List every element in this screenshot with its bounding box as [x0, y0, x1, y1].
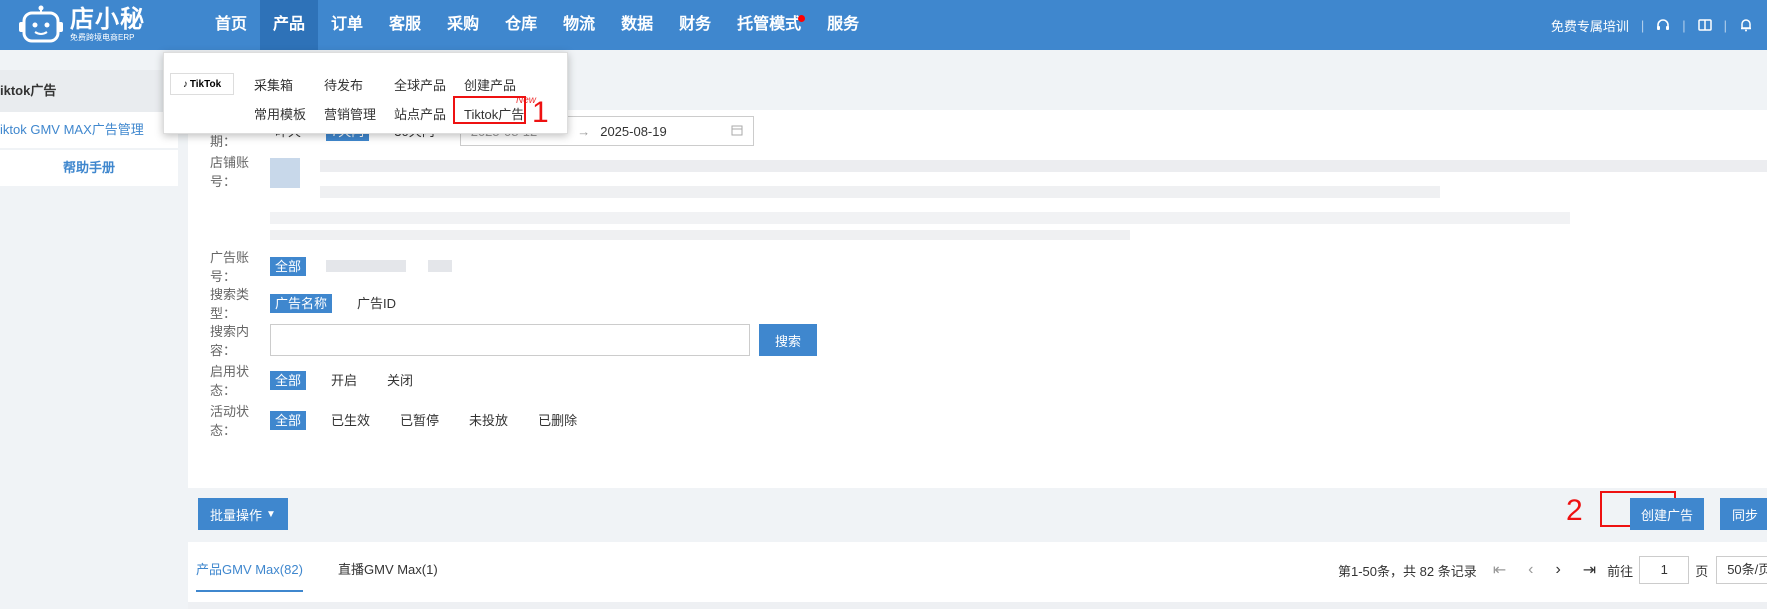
nav-data[interactable]: 数据 — [608, 0, 666, 50]
enable-all[interactable]: 全部 — [270, 370, 307, 390]
menu-global-products[interactable]: 全球产品 — [394, 75, 446, 94]
search-type-label: 搜索类型： — [210, 287, 250, 321]
logo[interactable]: 店小秘 免费跨境电商ERP — [18, 2, 145, 48]
ad-account-label: 广告账号： — [210, 250, 250, 284]
menu-common-templates[interactable]: 常用模板 — [254, 104, 306, 123]
tab-product-gmv-max[interactable]: 产品GMV Max(82) — [196, 560, 303, 592]
activity-paused[interactable]: 已暂停 — [395, 411, 444, 430]
ad-account-redacted — [326, 260, 407, 272]
page-size-select[interactable]: 50条/页 — [1716, 556, 1767, 584]
nav-orders[interactable]: 订单 — [318, 0, 376, 50]
top-navbar: 店小秘 免费跨境电商ERP 首页 产品 订单 客服 采购 仓库 物流 数据 财务… — [0, 0, 1767, 50]
nav-hosting-label: 托管模式 — [737, 16, 802, 33]
activity-status-row: 活动状态： 全部 已生效 已暂停 未投放 已删除 — [188, 404, 602, 438]
nav-customer-service[interactable]: 客服 — [376, 0, 434, 50]
ad-account-redacted — [428, 260, 453, 272]
menu-pending-publish[interactable]: 待发布 — [324, 75, 363, 94]
nav-home[interactable]: 首页 — [202, 0, 260, 50]
sidebar-heading: iktok广告 — [0, 70, 178, 112]
nav-logistics[interactable]: 物流 — [550, 0, 608, 50]
menu-create-product[interactable]: 创建产品 — [464, 75, 516, 94]
enable-on[interactable]: 开启 — [326, 371, 362, 390]
tiktok-note-icon: ♪ — [182, 78, 188, 90]
headset-icon[interactable] — [1656, 18, 1670, 32]
tiktok-logo: ♪ TikTok — [170, 73, 234, 95]
nav-warehouse[interactable]: 仓库 — [492, 0, 550, 50]
results-header: 产品GMV Max(82) 直播GMV Max(1) 第1-50条，共 82 条… — [188, 542, 1767, 609]
activity-status-label: 活动状态： — [210, 404, 250, 438]
robot-logo-icon — [18, 5, 64, 45]
enable-status-label: 启用状态： — [210, 364, 250, 398]
store-list-redacted — [270, 146, 1767, 242]
divider: | — [1640, 17, 1645, 33]
ad-account-all[interactable]: 全部 — [270, 256, 307, 276]
first-page-icon[interactable]: ⇤ — [1493, 560, 1506, 580]
search-type-ad-name[interactable]: 广告名称 — [270, 293, 333, 313]
next-page-icon[interactable]: › — [1555, 561, 1560, 579]
menu-site-products[interactable]: 站点产品 — [394, 104, 446, 123]
goto-label: 前往 — [1607, 563, 1634, 579]
search-content-row: 搜索内容： 搜索 — [188, 322, 817, 358]
activity-deleted[interactable]: 已删除 — [533, 411, 582, 430]
enable-status-row: 启用状态： 全部 开启 关闭 — [188, 364, 438, 398]
date-arrow: → — [577, 123, 591, 139]
nav-finance[interactable]: 财务 — [666, 0, 724, 50]
activity-not-delivered[interactable]: 未投放 — [464, 411, 513, 430]
action-toolbar: 批量操作 ▼ 创建广告 同步 — [188, 498, 1767, 536]
platform-logo-text: TikTok — [189, 78, 222, 90]
menu-collect-box[interactable]: 采集箱 — [254, 75, 293, 94]
tab-live-gmv-max[interactable]: 直播GMV Max(1) — [338, 560, 438, 592]
divider: | — [1682, 17, 1686, 33]
sidebar-item-gmv-max[interactable]: iktok GMV MAX广告管理 — [0, 112, 178, 148]
search-type-row: 搜索类型： 广告名称 广告ID — [188, 287, 421, 321]
create-ad-button[interactable]: 创建广告 — [1630, 498, 1704, 530]
bell-icon[interactable] — [1739, 18, 1753, 32]
menu-marketing[interactable]: 营销管理 — [324, 104, 376, 123]
search-input[interactable] — [270, 324, 750, 356]
main-nav: 首页 产品 订单 客服 采购 仓库 物流 数据 财务 托管模式 服务 — [202, 0, 872, 50]
divider: | — [1723, 17, 1727, 33]
activity-active[interactable]: 已生效 — [326, 411, 375, 430]
calendar-icon — [731, 124, 743, 139]
store-label: 店铺账号： — [210, 155, 250, 189]
highlight-tiktok-ads — [453, 96, 526, 124]
nav-products[interactable]: 产品 — [260, 0, 319, 50]
last-page-icon[interactable]: ⇥ — [1583, 560, 1596, 580]
pagination: 第1-50条，共 82 条记录 ⇤ ‹ › ⇥ 前往 1 页 50条/页 — [1338, 556, 1767, 584]
page-unit-label: 页 — [1695, 563, 1709, 579]
sidebar: iktok广告 iktok GMV MAX广告管理 帮助手册 — [0, 70, 178, 186]
enable-off[interactable]: 关闭 — [382, 371, 418, 390]
date-end: 2025-08-19 — [600, 123, 667, 139]
nav-services[interactable]: 服务 — [814, 0, 872, 50]
step-1-label: 1 — [532, 96, 549, 129]
search-content-label: 搜索内容： — [210, 324, 250, 358]
brand-subtitle: 免费跨境电商ERP — [70, 33, 135, 42]
page-number-input[interactable]: 1 — [1639, 556, 1690, 584]
record-summary: 第1-50条，共 82 条记录 — [1338, 563, 1477, 579]
chevron-down-icon: ▼ — [266, 508, 276, 520]
nav-purchasing[interactable]: 采购 — [434, 0, 492, 50]
activity-all[interactable]: 全部 — [270, 410, 307, 430]
book-icon[interactable] — [1697, 18, 1712, 32]
free-training-link[interactable]: 免费专属培训 — [1551, 16, 1629, 35]
top-right-tools: 免费专属培训 | | | — [1551, 0, 1753, 50]
notification-dot — [798, 15, 806, 22]
ad-account-row: 广告账号： 全部 — [188, 250, 453, 284]
table-header-strip — [188, 602, 1767, 609]
nav-hosting-mode[interactable]: 托管模式 — [724, 0, 814, 50]
filter-panel: 选择日期： 昨天 7天内 30天内 2025-08-12 → 2025-08-1… — [188, 110, 1767, 488]
store-row: 店铺账号： — [188, 146, 1767, 242]
brand-name: 店小秘 — [70, 6, 145, 33]
prev-page-icon[interactable]: ‹ — [1528, 561, 1533, 579]
sync-button[interactable]: 同步 — [1720, 498, 1767, 530]
search-type-ad-id[interactable]: 广告ID — [352, 294, 401, 313]
batch-operations-label: 批量操作 — [210, 507, 263, 523]
help-manual-link[interactable]: 帮助手册 — [0, 150, 178, 186]
batch-operations-button[interactable]: 批量操作 ▼ — [198, 498, 288, 530]
search-button[interactable]: 搜索 — [759, 324, 817, 356]
